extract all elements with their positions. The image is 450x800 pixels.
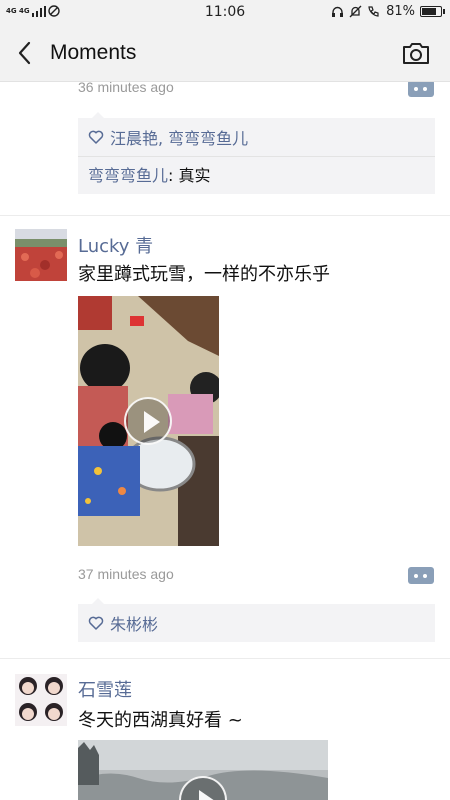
chevron-left-icon[interactable] xyxy=(14,39,36,67)
moments-feed[interactable]: 36 minutes ago 汪晨艳, 弯弯弯鱼儿 弯弯弯鱼儿: 真实 Luck… xyxy=(0,82,450,800)
likes-names[interactable]: 汪晨艳, 弯弯弯鱼儿 xyxy=(110,125,248,149)
status-bar: 4G 4G 11:06 81% xyxy=(0,0,450,24)
more-icon[interactable] xyxy=(408,82,434,97)
avatar[interactable] xyxy=(15,674,67,726)
likes-names[interactable]: 朱彬彬 xyxy=(110,611,158,635)
avatar-image xyxy=(15,674,67,726)
user-name[interactable]: Lucky 青 xyxy=(78,232,153,258)
phone-wifi-icon xyxy=(368,6,379,17)
avatar-image xyxy=(15,229,67,281)
page-title: Moments xyxy=(50,41,137,64)
headset-icon xyxy=(332,6,344,17)
interaction-box: 朱彬彬 xyxy=(78,598,435,642)
post-time: 37 minutes ago xyxy=(78,566,174,582)
comment-row[interactable]: 弯弯弯鱼儿: 真实 xyxy=(78,156,435,194)
battery-fill xyxy=(422,8,436,15)
post-text: 家里蹲式玩雪，一样的不亦乐乎 xyxy=(78,264,330,285)
camera-icon[interactable] xyxy=(402,40,430,66)
nav-bar: Moments xyxy=(0,24,450,82)
status-right: 81% xyxy=(331,4,445,19)
video-thumbnail[interactable] xyxy=(78,740,328,800)
post-divider xyxy=(0,658,450,659)
heart-icon xyxy=(88,130,104,144)
avatar[interactable] xyxy=(15,229,67,281)
video-thumbnail[interactable] xyxy=(78,296,219,546)
post-text: 冬天的西湖真好看 ~ xyxy=(78,710,243,731)
mute-bell-icon xyxy=(349,5,362,18)
play-icon[interactable] xyxy=(124,397,172,445)
battery-icon xyxy=(420,6,445,17)
interaction-box: 汪晨艳, 弯弯弯鱼儿 弯弯弯鱼儿: 真实 xyxy=(78,112,435,194)
heart-icon xyxy=(88,616,104,630)
post-time: 36 minutes ago xyxy=(78,82,174,95)
battery-percent: 81% xyxy=(386,4,415,19)
likes-row[interactable]: 汪晨艳, 弯弯弯鱼儿 xyxy=(78,118,435,156)
likes-row[interactable]: 朱彬彬 xyxy=(78,604,435,642)
user-name[interactable]: 石雪莲 xyxy=(78,676,132,702)
post-divider xyxy=(0,215,450,216)
more-icon[interactable] xyxy=(408,567,434,584)
comment-text: : 真实 xyxy=(168,166,211,185)
comment-author[interactable]: 弯弯弯鱼儿 xyxy=(88,166,168,185)
